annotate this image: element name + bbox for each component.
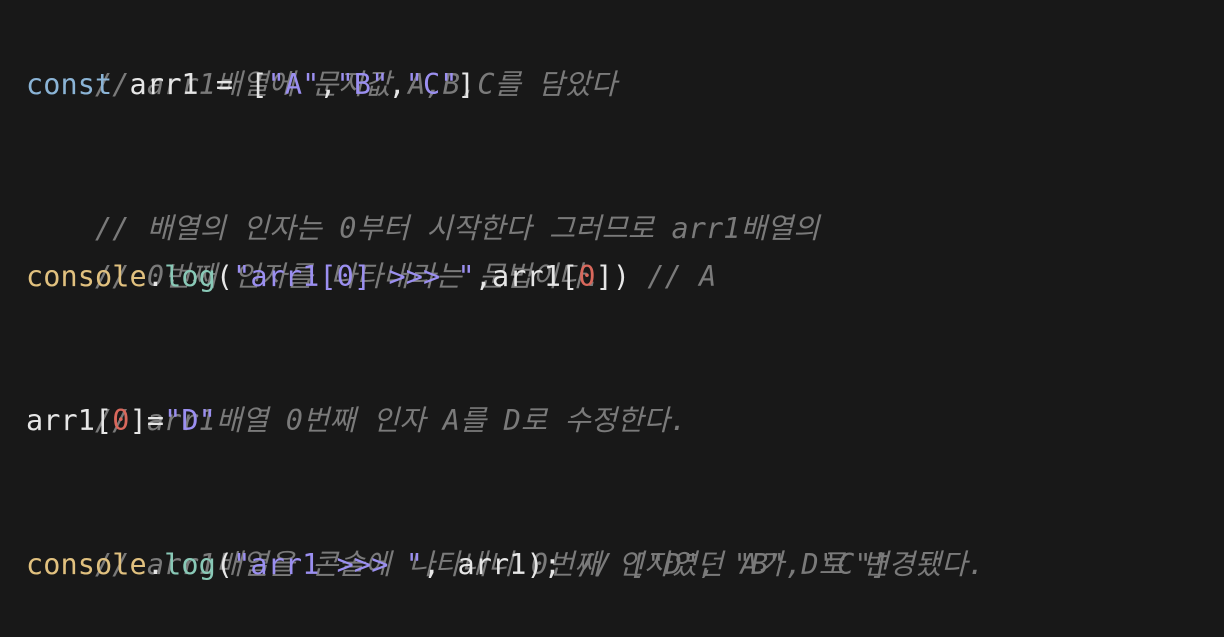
string-literal: "arr1[0] >>> " bbox=[233, 260, 475, 293]
code-text: arr1[ bbox=[26, 404, 113, 437]
code-line-11: // arr1배열을 콘솔에 나타내니 0번째 인자였던 A가 D로 변경됐다. bbox=[26, 493, 1224, 581]
code-text: . bbox=[146, 260, 165, 293]
string-literal: "arr1 >>> " bbox=[233, 548, 423, 581]
code-text: . bbox=[146, 548, 165, 581]
comment: // A bbox=[647, 260, 717, 293]
code-line-2: const arr1 = ["A","B","C"] bbox=[26, 61, 1224, 109]
code-text: ,arr1[ bbox=[474, 260, 579, 293]
code-text: ]= bbox=[129, 404, 165, 437]
code-text: ( bbox=[215, 548, 234, 581]
code-line-4: // 배열의 인자는 0부터 시작한다 그러므로 arr1배열의 bbox=[26, 157, 1224, 245]
comment: // 배열의 인자는 0부터 시작한다 그러므로 arr1배열의 bbox=[95, 212, 820, 245]
code-text: ( bbox=[215, 260, 234, 293]
log-method: log bbox=[164, 548, 216, 581]
code-editor[interactable]: // arr1배열에 문자값 A,B,C를 담았다 const arr1 = [… bbox=[26, 13, 1224, 628]
string-literal: "C" bbox=[405, 68, 458, 101]
code-line-1: // arr1배열에 문자값 A,B,C를 담았다 bbox=[26, 13, 1224, 101]
comment: // ["D", "B", "C"] bbox=[578, 548, 889, 581]
code-line-10-blank bbox=[26, 445, 1224, 493]
code-text: , arr1); bbox=[422, 548, 579, 581]
code-line-6: console.log("arr1[0] >>> ",arr1[0]) // A bbox=[26, 253, 1224, 301]
keyword-const: const bbox=[26, 68, 113, 101]
console-object: console bbox=[26, 260, 147, 293]
code-line-7-blank bbox=[26, 301, 1224, 349]
console-object: console bbox=[26, 548, 147, 581]
code-text: , bbox=[388, 68, 406, 101]
code-text: , bbox=[319, 68, 337, 101]
code-text: arr1 = [ bbox=[112, 68, 268, 101]
log-method: log bbox=[164, 260, 216, 293]
code-line-8: // arr1배열 0번째 인자 A를 D로 수정한다. bbox=[26, 349, 1224, 437]
string-literal: "D" bbox=[164, 404, 216, 437]
code-line-12: console.log("arr1 >>> ", arr1); // ["D",… bbox=[26, 541, 1224, 589]
string-literal: "B" bbox=[336, 68, 389, 101]
string-literal: "A" bbox=[267, 68, 320, 101]
code-text: ] bbox=[457, 68, 475, 101]
code-line-3-blank bbox=[26, 109, 1224, 157]
number-literal: 0 bbox=[578, 260, 596, 293]
number-literal: 0 bbox=[112, 404, 130, 437]
code-text: ]) bbox=[595, 260, 648, 293]
